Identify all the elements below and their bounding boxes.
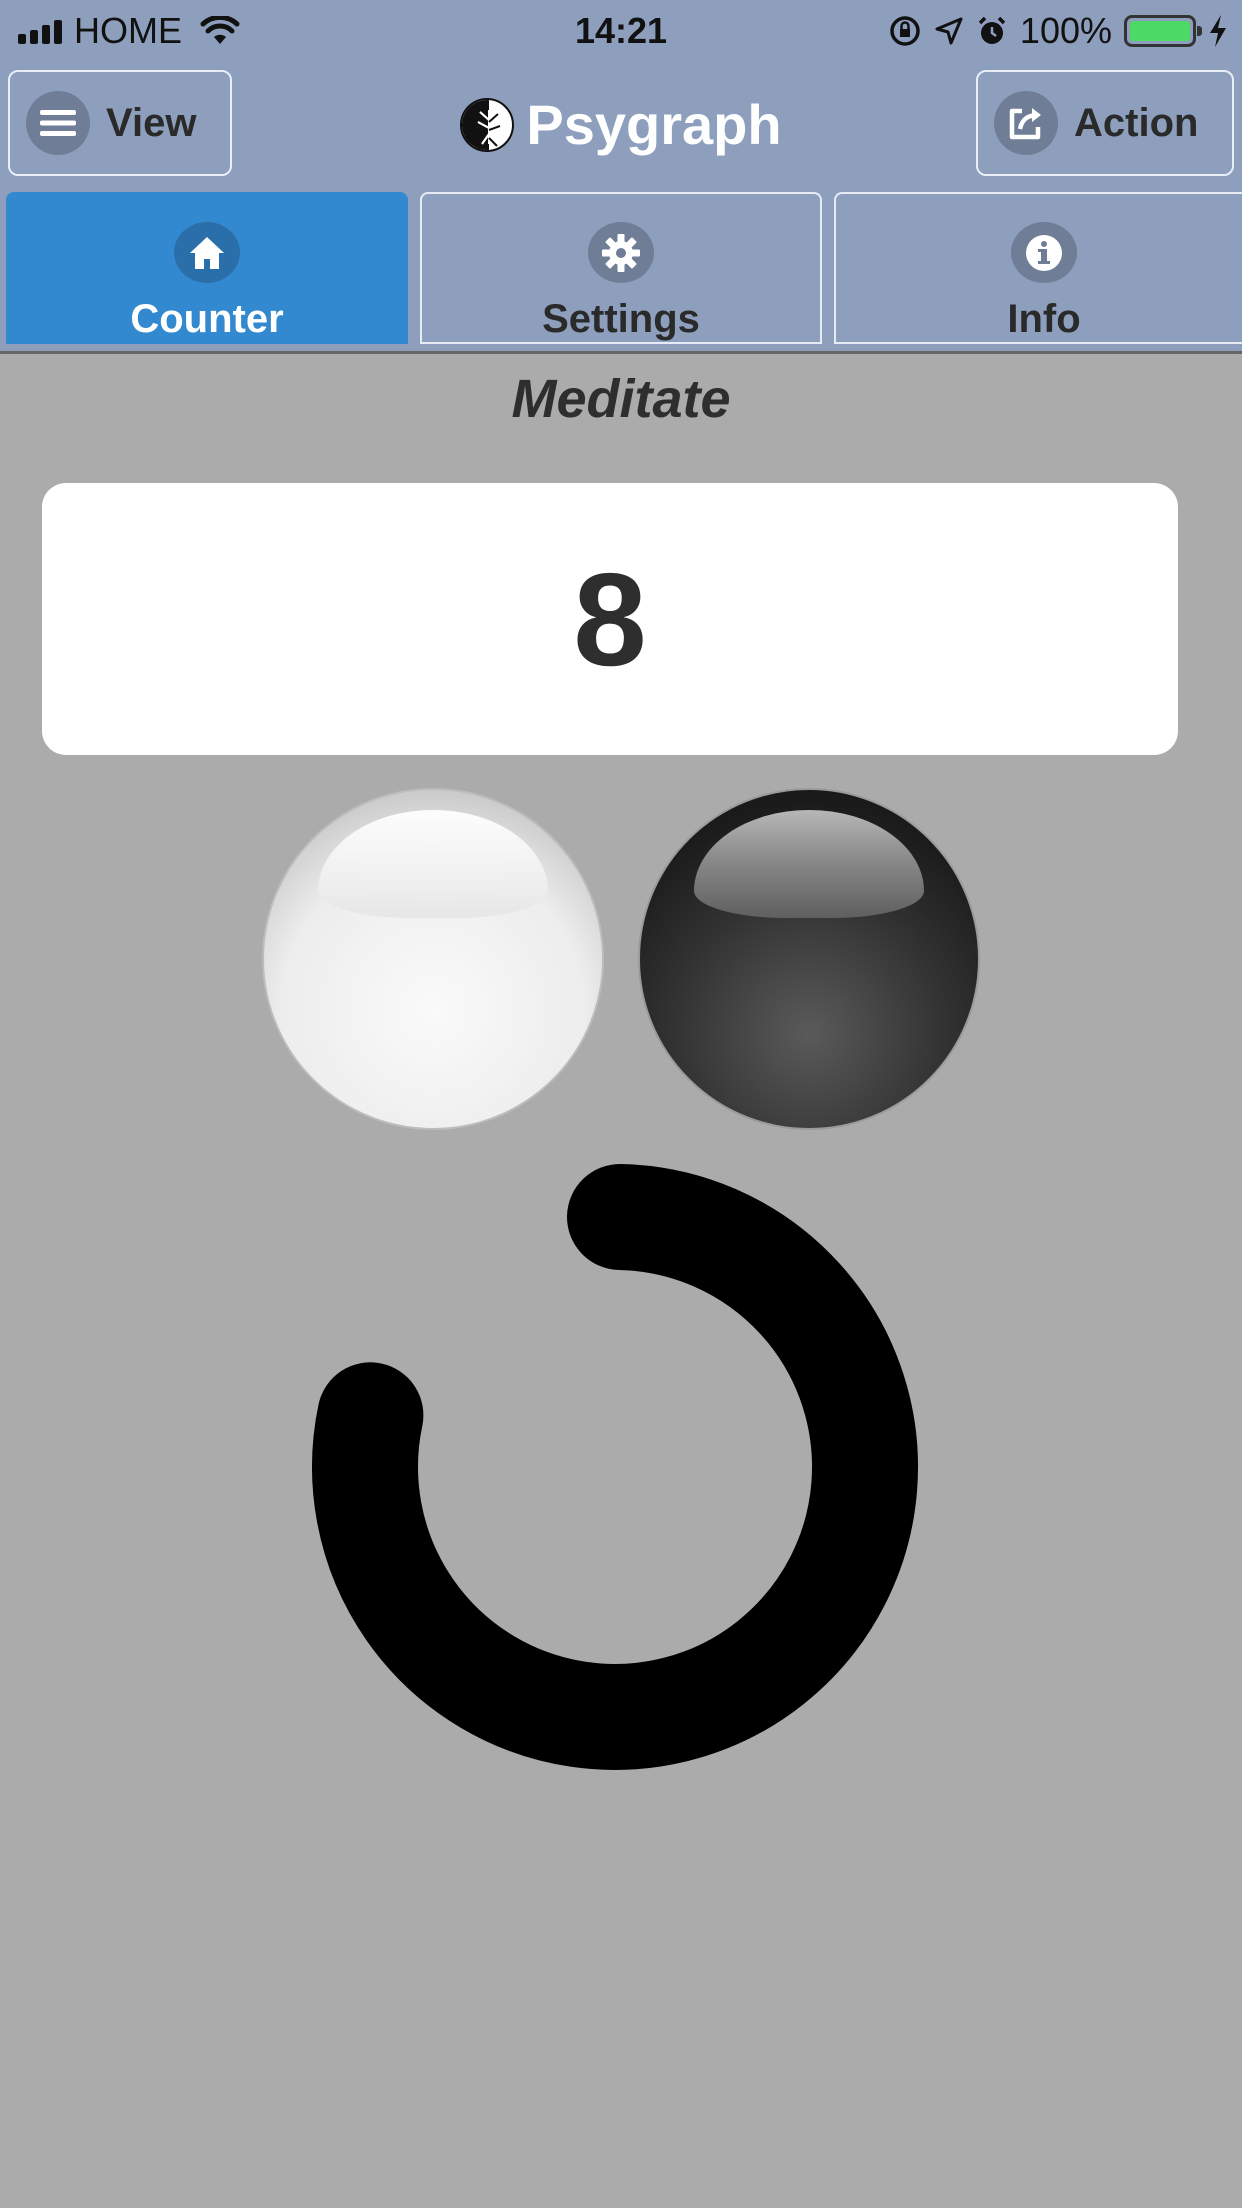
page-title: Meditate	[511, 369, 731, 429]
progress-arc	[312, 1164, 918, 1770]
tab-info[interactable]: Info	[834, 192, 1242, 344]
counter-value: 8	[573, 545, 647, 693]
info-icon	[1011, 222, 1077, 283]
share-icon	[994, 91, 1058, 155]
black-orb-highlight	[694, 810, 924, 919]
tab-settings-label: Settings	[542, 297, 700, 341]
tab-settings[interactable]: Settings	[420, 192, 822, 344]
status-bar: HOME 14:21 100%	[0, 0, 1242, 62]
white-orb-highlight	[318, 810, 548, 919]
tab-info-label: Info	[1007, 297, 1081, 341]
black-orb-button[interactable]	[638, 788, 980, 1130]
location-icon	[935, 17, 963, 45]
tab-counter[interactable]: Counter	[6, 192, 408, 344]
battery-icon	[1124, 15, 1202, 47]
psygraph-logo-icon	[460, 97, 515, 152]
alarm-icon	[978, 16, 1006, 44]
tab-bar: Counter Settings Info	[0, 186, 1242, 354]
charging-icon	[1210, 15, 1226, 47]
app-header: View Psygraph Action	[0, 62, 1242, 186]
white-orb-button[interactable]	[262, 788, 604, 1130]
home-icon	[174, 222, 240, 283]
app-title: Psygraph	[526, 93, 782, 156]
counter-display: 8	[42, 483, 1178, 755]
gear-icon	[588, 222, 654, 283]
action-button[interactable]: Action	[976, 70, 1234, 176]
battery-level	[1130, 21, 1190, 41]
battery-percent: 100%	[1019, 10, 1112, 51]
rotation-lock-icon	[890, 16, 920, 46]
progress-ring	[312, 1164, 918, 1770]
action-button-label: Action	[1074, 100, 1199, 145]
tab-counter-label: Counter	[130, 297, 284, 341]
status-right: 100%	[888, 10, 1228, 52]
